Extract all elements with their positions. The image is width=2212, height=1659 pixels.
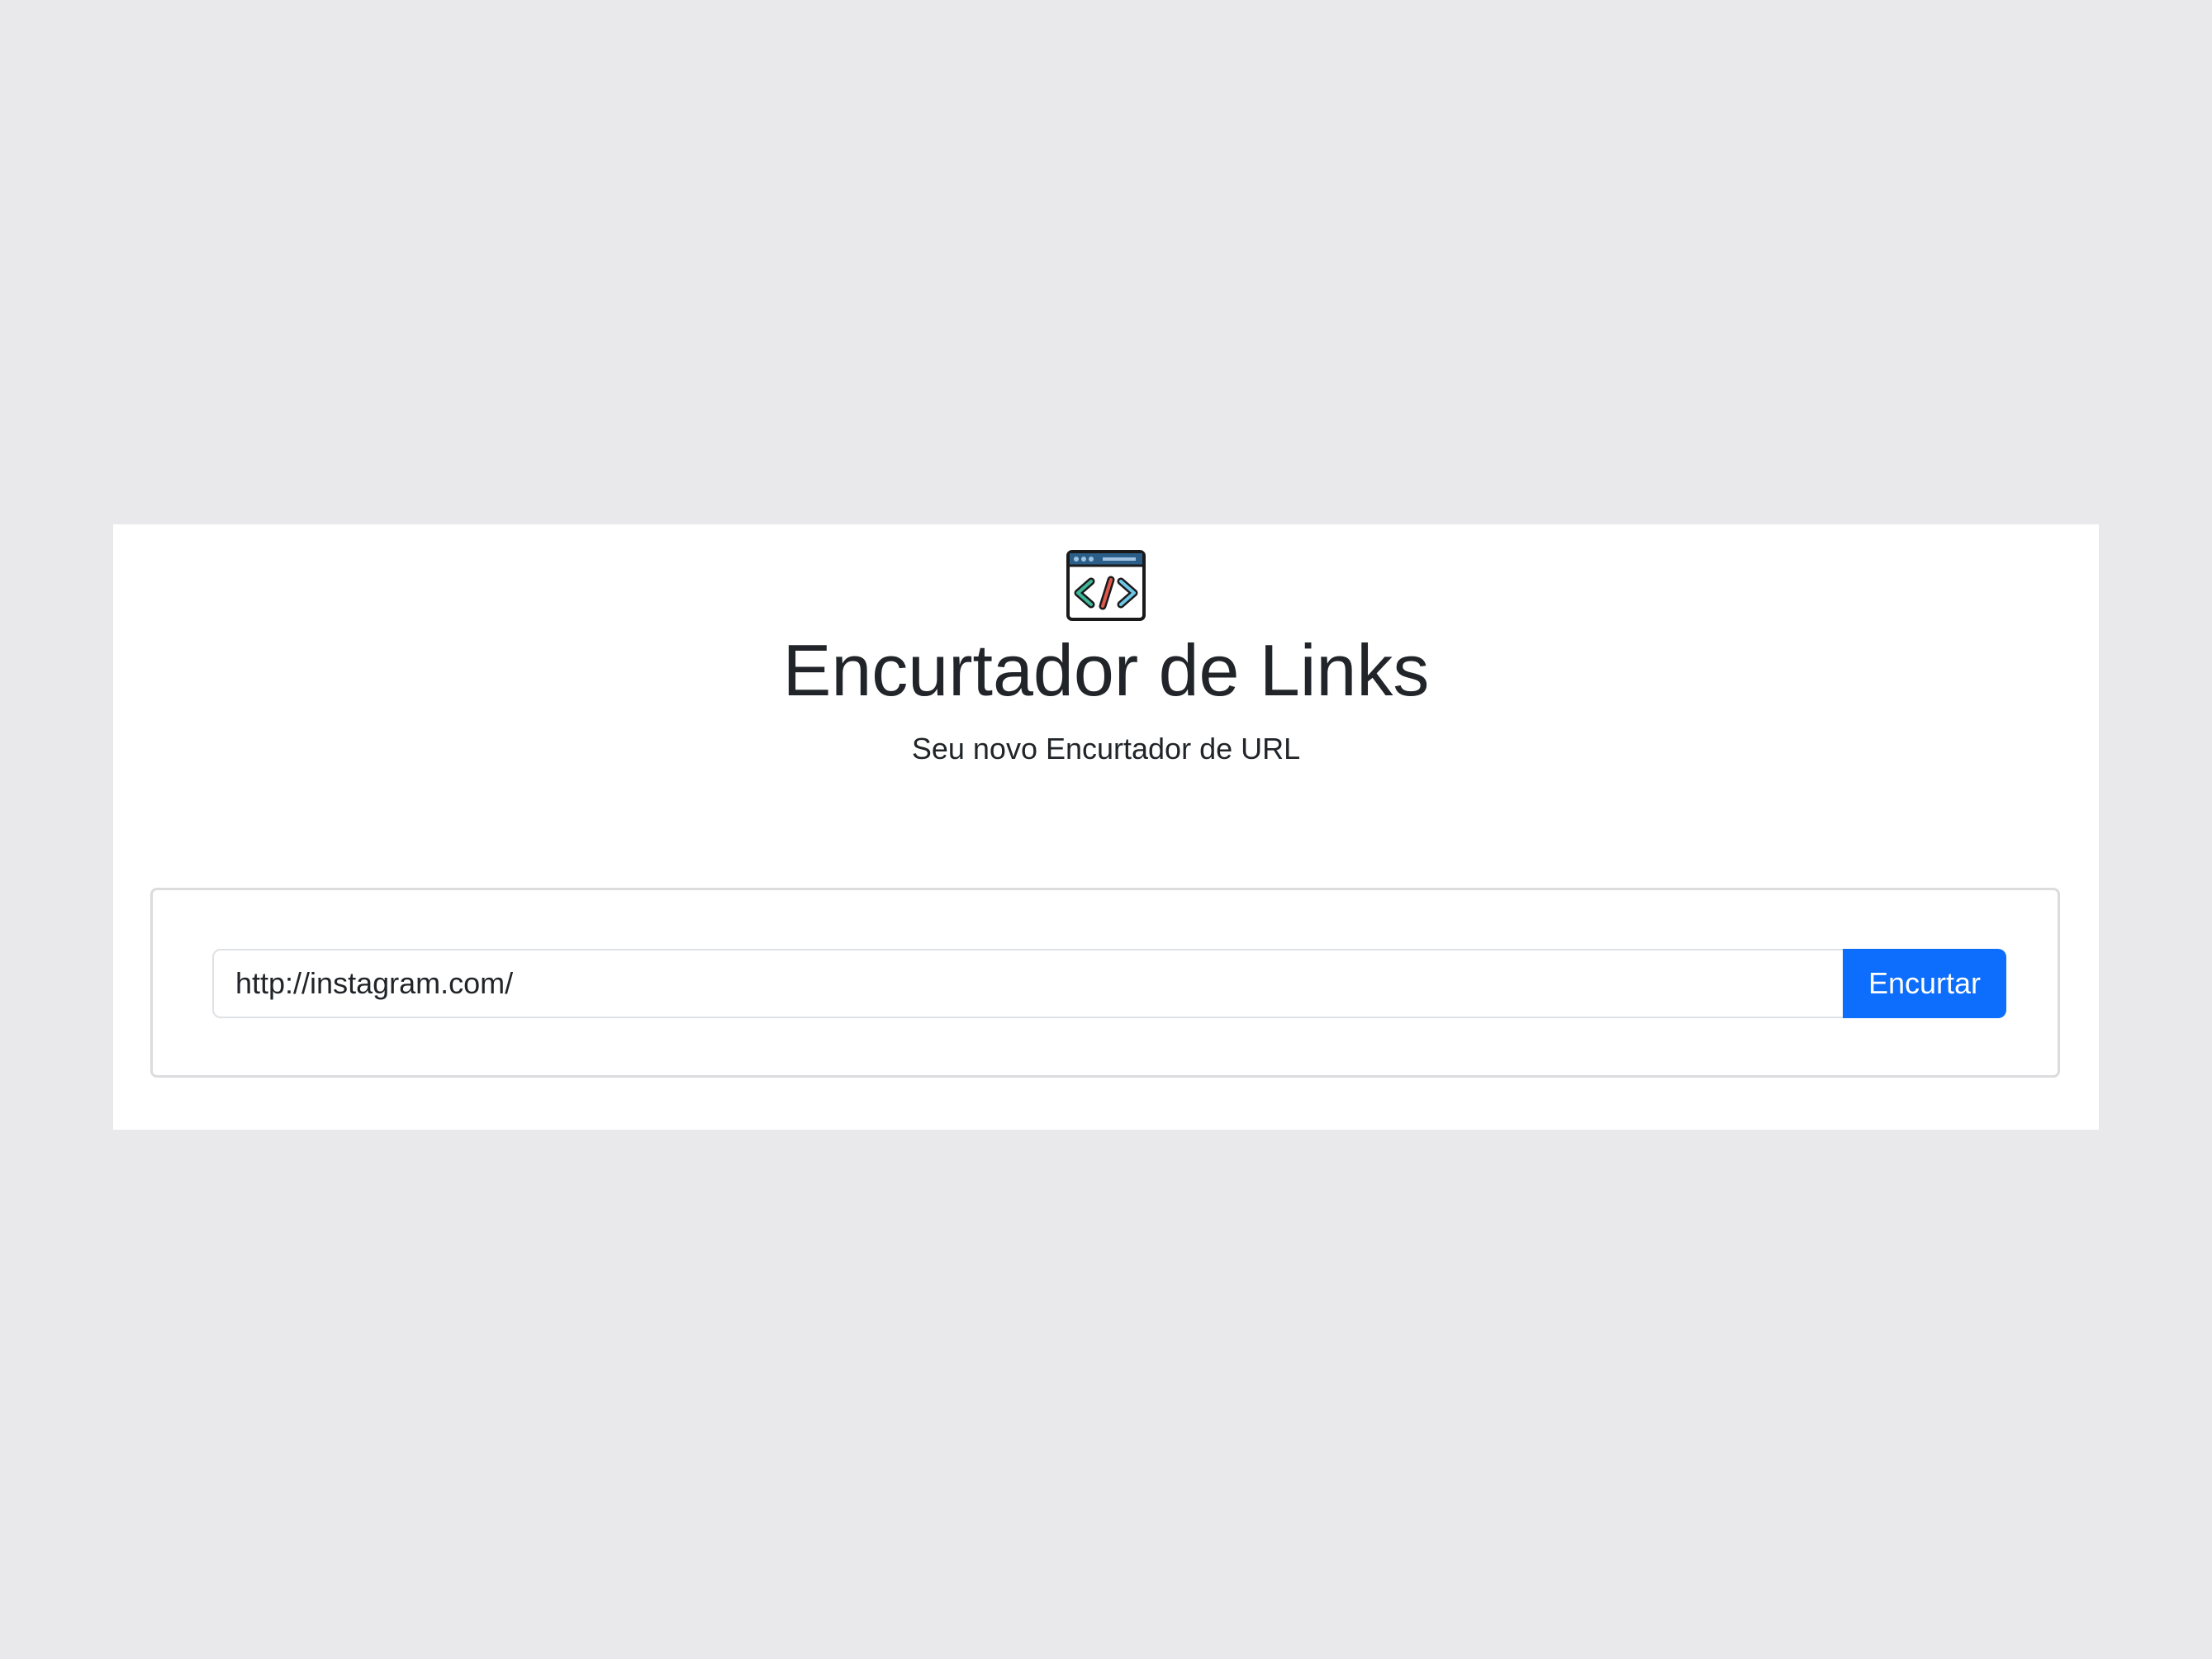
url-input[interactable]	[212, 949, 1844, 1018]
code-window-icon	[1066, 550, 1146, 621]
main-panel: Encurtador de Links Seu novo Encurtador …	[113, 524, 2099, 1130]
page-title: Encurtador de Links	[782, 629, 1430, 711]
page-subtitle: Seu novo Encurtador de URL	[911, 732, 1301, 766]
shorten-button[interactable]: Encurtar	[1843, 949, 2006, 1018]
shorten-form-card: Encurtar	[150, 888, 2060, 1078]
